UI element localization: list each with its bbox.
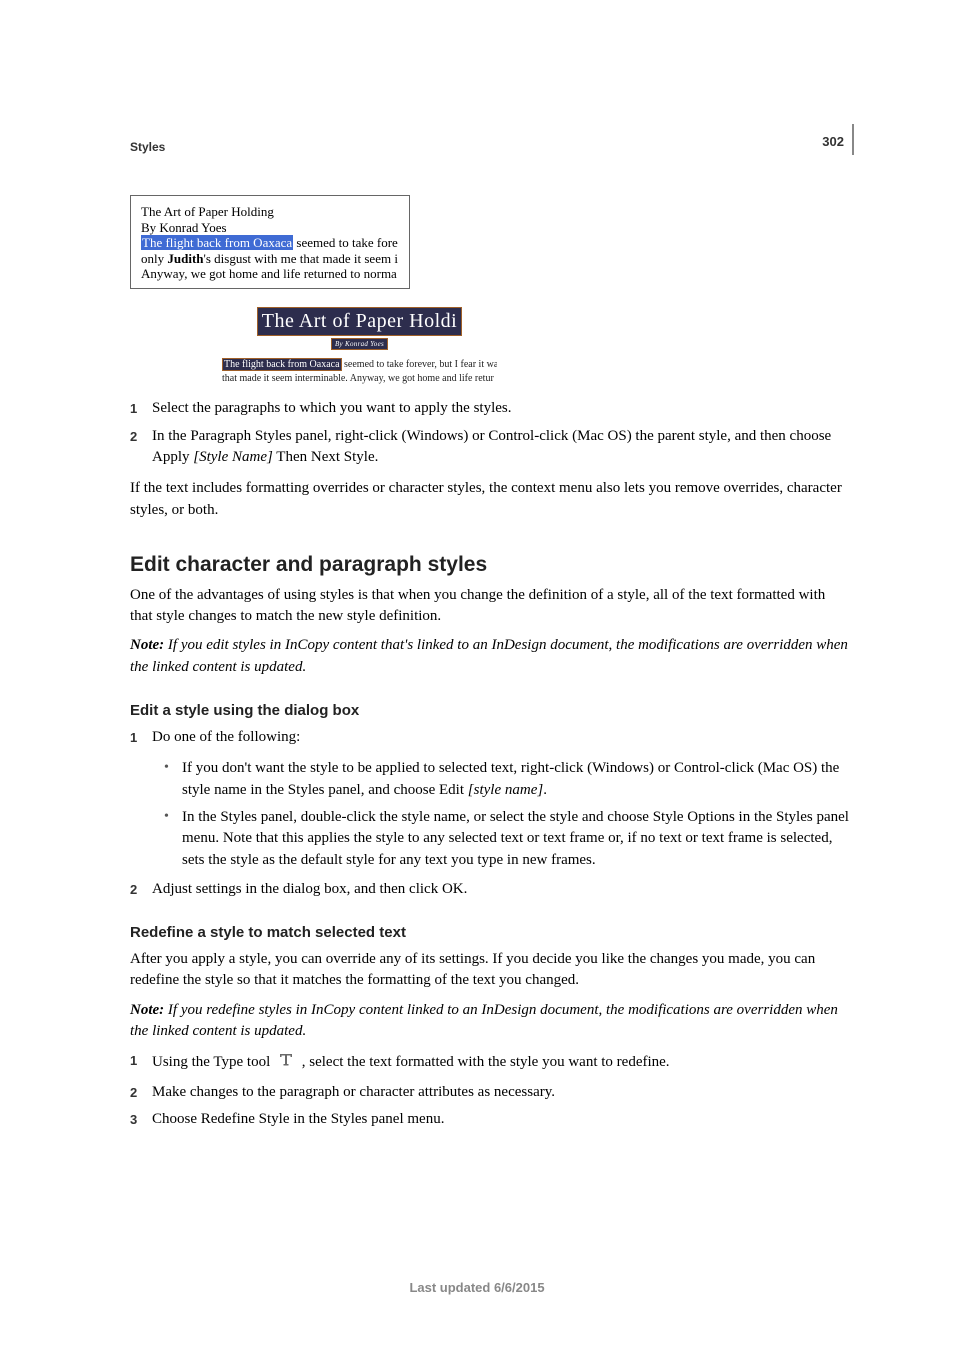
step-1-pre: Using the Type tool	[152, 1054, 274, 1070]
figure-after-body1-rest: seemed to take forever, but I fear it wa	[342, 359, 497, 370]
step-2-post: Then Next Style.	[273, 449, 379, 465]
figure-before-line5: Anyway, we got home and life returned to…	[141, 266, 401, 282]
step-number: 3	[130, 1109, 152, 1129]
step-2: 2 In the Paragraph Styles panel, right-c…	[130, 426, 849, 469]
step-1-text: Using the Type tool , select the text fo…	[152, 1050, 849, 1075]
step-1: 1 Select the paragraphs to which you wan…	[130, 398, 849, 419]
figure-before-line3-rest: seemed to take fore	[293, 235, 398, 250]
note-body: If you redefine styles in InCopy content…	[130, 1002, 838, 1039]
figure-before-line2: By Konrad Yoes	[141, 220, 401, 236]
steps-apply-next-style: 1 Select the paragraphs to which you wan…	[130, 398, 849, 468]
step-3-text: Choose Redefine Style in the Styles pane…	[152, 1109, 849, 1130]
page-number: 302	[822, 124, 854, 155]
edit-dialog-options: If you don't want the style to be applie…	[164, 758, 849, 870]
step-1-post: , select the text formatted with the sty…	[302, 1054, 670, 1070]
bullet-2: In the Styles panel, double-click the st…	[164, 807, 849, 871]
figure-after: The Art of Paper Holdi By Konrad Yoes Th…	[222, 307, 497, 386]
figure-before-line3: The flight back from Oaxaca seemed to ta…	[141, 235, 401, 251]
bullet-1: If you don't want the style to be applie…	[164, 758, 849, 801]
step-2-text: Adjust settings in the dialog box, and t…	[152, 879, 849, 900]
step-number: 2	[130, 879, 152, 899]
figure-before-line4-bold: Judith	[167, 251, 203, 266]
figure-after-hl: The flight back from Oaxaca	[222, 358, 342, 371]
figure-after-byline: By Konrad Yoes	[331, 338, 388, 350]
figure-after-body: The flight back from Oaxaca seemed to ta…	[222, 358, 497, 386]
note-edit-incopy: Note: If you edit styles in InCopy conte…	[130, 635, 849, 678]
note-label: Note:	[130, 1002, 164, 1018]
step-2-text: Make changes to the paragraph or charact…	[152, 1082, 849, 1103]
steps-redefine: 1 Using the Type tool , select the text …	[130, 1050, 849, 1130]
type-tool-icon	[277, 1050, 295, 1075]
step-1: 1 Do one of the following:	[130, 727, 849, 748]
redefine-intro: After you apply a style, you can overrid…	[130, 949, 849, 992]
page-footer: Last updated 6/6/2015	[0, 1280, 954, 1295]
step-3: 3 Choose Redefine Style in the Styles pa…	[130, 1109, 849, 1130]
steps-edit-dialog: 1 Do one of the following:	[130, 727, 849, 748]
step-number: 2	[130, 426, 152, 446]
figure-before-line4-rest: 's disgust with me that made it seem i	[204, 251, 398, 266]
step-1: 1 Using the Type tool , select the text …	[130, 1050, 849, 1075]
bullet-1-post: .	[543, 782, 547, 798]
figure-before-highlight: The flight back from Oaxaca	[141, 235, 293, 250]
edit-styles-intro: One of the advantages of using styles is…	[130, 585, 849, 628]
note-body: If you edit styles in InCopy content tha…	[130, 637, 848, 674]
bullet-1-em: [style name]	[468, 782, 543, 798]
steps-edit-dialog-2: 2 Adjust settings in the dialog box, and…	[130, 879, 849, 900]
step-number: 2	[130, 1082, 152, 1102]
step-1-text: Do one of the following:	[152, 727, 849, 748]
document-page: Styles 302 The Art of Paper Holding By K…	[0, 0, 954, 1350]
figure-before-line4-pre: only	[141, 251, 167, 266]
figure-before-line4: only Judith's disgust with me that made …	[141, 251, 401, 267]
page-content: The Art of Paper Holding By Konrad Yoes …	[130, 195, 849, 1130]
heading-redefine-style: Redefine a style to match selected text	[130, 924, 849, 941]
note-redefine-incopy: Note: If you redefine styles in InCopy c…	[130, 1000, 849, 1043]
figure-apply-next-style: The Art of Paper Holding By Konrad Yoes …	[130, 195, 849, 386]
figure-before: The Art of Paper Holding By Konrad Yoes …	[130, 195, 410, 289]
figure-before-line1: The Art of Paper Holding	[141, 204, 401, 220]
heading-edit-dialog: Edit a style using the dialog box	[130, 702, 849, 719]
note-label: Note:	[130, 637, 164, 653]
step-2-em: [Style Name]	[193, 449, 273, 465]
step-2-text: In the Paragraph Styles panel, right-cli…	[152, 426, 849, 469]
para-overrides-note: If the text includes formatting override…	[130, 478, 849, 521]
step-number: 1	[130, 398, 152, 418]
step-2: 2 Adjust settings in the dialog box, and…	[130, 879, 849, 900]
figure-after-title: The Art of Paper Holdi	[257, 307, 462, 336]
step-1-text: Select the paragraphs to which you want …	[152, 398, 849, 419]
figure-after-body2: that made it seem interminable. Anyway, …	[222, 372, 497, 386]
step-number: 1	[130, 1050, 152, 1070]
heading-edit-styles: Edit character and paragraph styles	[130, 553, 849, 577]
running-header: Styles	[130, 140, 165, 154]
step-2: 2 Make changes to the paragraph or chara…	[130, 1082, 849, 1103]
step-number: 1	[130, 727, 152, 747]
